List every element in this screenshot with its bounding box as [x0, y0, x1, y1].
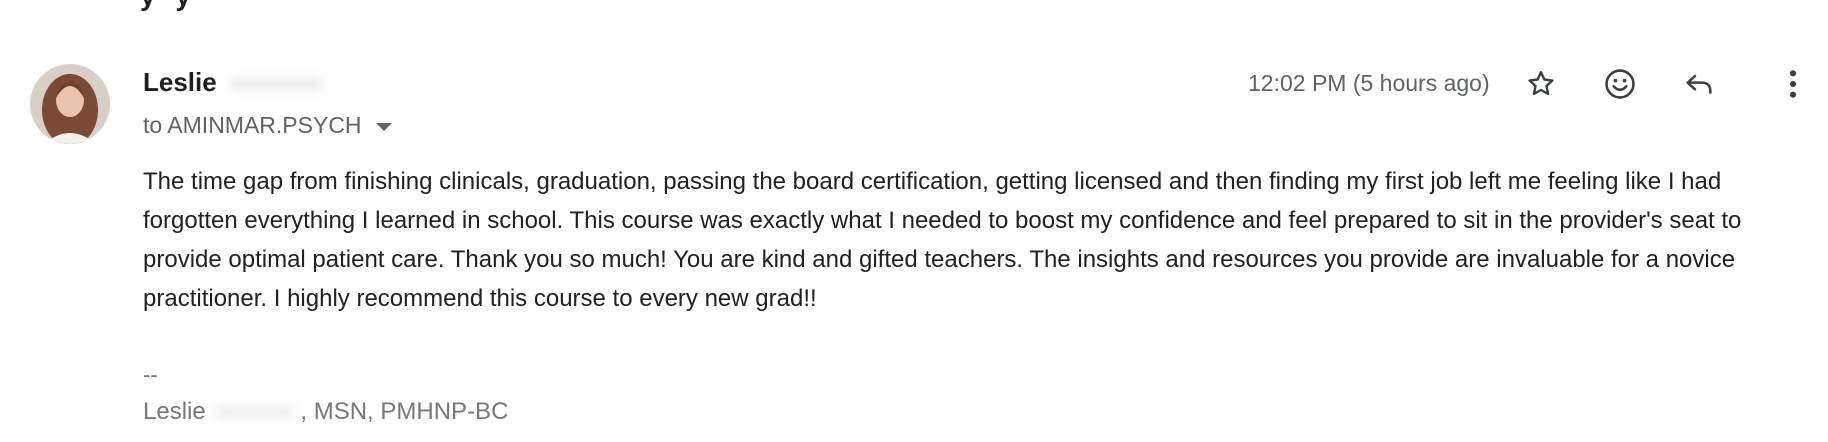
- add-reaction-button[interactable]: [1598, 62, 1642, 106]
- signature-first-name: Leslie: [143, 398, 206, 425]
- email-body: The time gap from finishing clinicals, g…: [143, 168, 1742, 312]
- avatar-photo: [30, 64, 110, 144]
- reply-icon: [1686, 74, 1712, 94]
- previous-message-clipped-text: y y: [140, 0, 197, 12]
- signature-credentials: , MSN, PMHNP-BC: [300, 398, 509, 425]
- avatar[interactable]: [30, 64, 110, 144]
- more-options-button[interactable]: [1771, 62, 1815, 106]
- recipient-label: to AMINMAR.PSYCH: [143, 112, 362, 138]
- timestamp: 12:02 PM (5 hours ago): [1248, 70, 1490, 96]
- reply-button[interactable]: [1677, 62, 1721, 106]
- emoji-icon: [1605, 69, 1635, 99]
- recipient-details[interactable]: to AMINMAR.PSYCH: [143, 112, 392, 139]
- star-icon: [1528, 71, 1554, 96]
- star-button[interactable]: [1519, 62, 1563, 106]
- signature: Leslie , MSN, PMHNP-BC: [143, 398, 508, 426]
- redacted-signature-surname: [212, 401, 300, 421]
- more-vert-icon: [1789, 70, 1797, 98]
- sender-name[interactable]: Leslie: [143, 67, 217, 98]
- redacted-surname: [228, 72, 328, 96]
- chevron-down-icon[interactable]: [375, 122, 392, 131]
- signature-separator: --: [143, 362, 158, 387]
